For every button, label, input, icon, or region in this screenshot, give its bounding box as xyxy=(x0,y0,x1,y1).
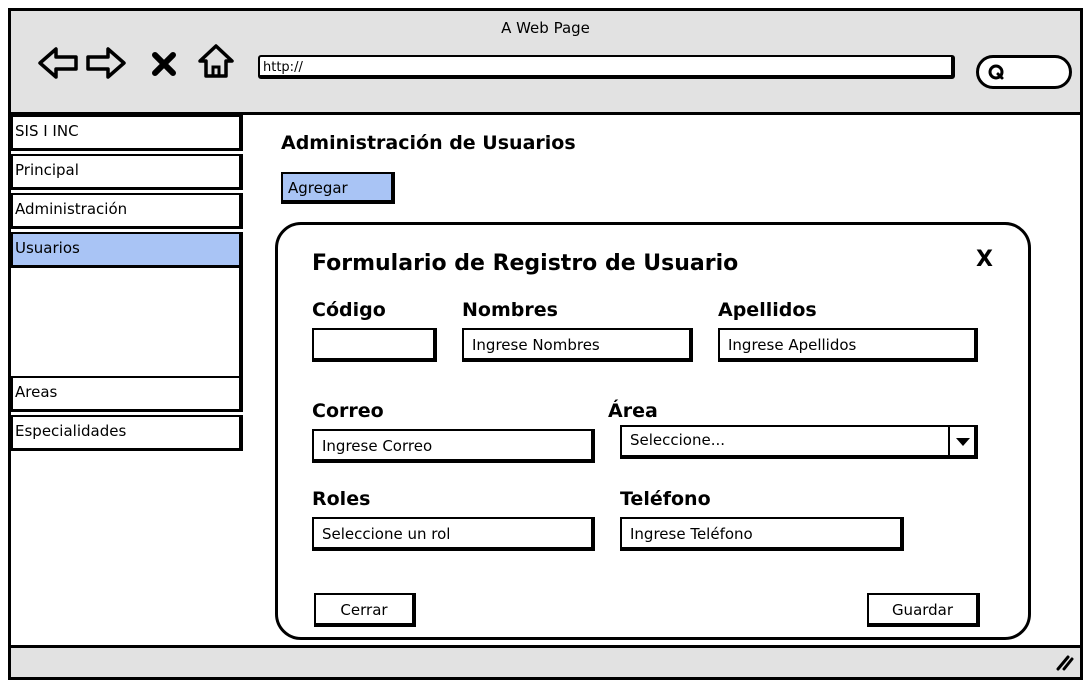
sidebar-empty-space xyxy=(11,268,243,376)
modal-title: Formulario de Registro de Usuario xyxy=(312,251,739,276)
codigo-field[interactable] xyxy=(312,328,437,362)
sidebar-item-label: Principal xyxy=(15,161,79,179)
area-select[interactable]: Seleccione... xyxy=(620,425,978,459)
home-icon[interactable] xyxy=(196,41,236,81)
browser-toolbar: A Web Page http:// xyxy=(11,11,1080,115)
correo-field[interactable]: Ingrese Correo xyxy=(312,429,595,463)
sidebar-item-label: SIS I INC xyxy=(15,122,79,140)
browser-search-box[interactable] xyxy=(976,55,1072,89)
sidebar-item-especialidades[interactable]: Especialidades xyxy=(11,415,243,451)
sidebar-item-principal[interactable]: Principal xyxy=(11,154,243,190)
roles-label: Roles xyxy=(312,488,371,510)
sidebar-item-administracion[interactable]: Administración xyxy=(11,193,243,229)
apellidos-label: Apellidos xyxy=(718,299,817,321)
window-title: A Web Page xyxy=(501,19,590,37)
add-user-button[interactable]: Agregar xyxy=(281,172,395,204)
nombres-field[interactable]: Ingrese Nombres xyxy=(462,328,693,362)
sidebar-item-usuarios[interactable]: Usuarios xyxy=(11,232,243,268)
area-select-value: Seleccione... xyxy=(630,431,726,449)
telefono-label: Teléfono xyxy=(620,488,711,510)
codigo-label: Código xyxy=(312,299,386,321)
status-bar xyxy=(11,645,1080,677)
search-icon xyxy=(987,63,1007,87)
sidebar-item-label: Usuarios xyxy=(15,239,80,257)
close-x-icon[interactable] xyxy=(151,51,177,77)
user-registration-modal: Formulario de Registro de Usuario X Códi… xyxy=(275,222,1031,640)
arrow-right-icon[interactable] xyxy=(85,45,127,81)
sidebar-item-areas[interactable]: Areas xyxy=(11,376,243,412)
correo-label: Correo xyxy=(312,400,384,422)
browser-window: A Web Page http:// SIS I INC Principal A… xyxy=(8,8,1083,680)
url-input[interactable]: http:// xyxy=(258,55,955,79)
resize-grip-icon[interactable] xyxy=(1052,649,1074,675)
cerrar-button[interactable]: Cerrar xyxy=(314,593,416,627)
arrow-left-icon[interactable] xyxy=(37,45,79,81)
guardar-button[interactable]: Guardar xyxy=(867,593,980,627)
sidebar-item-label: Especialidades xyxy=(15,422,127,440)
sidebar-item-sis-i-inc[interactable]: SIS I INC xyxy=(11,115,243,151)
modal-close-icon[interactable]: X xyxy=(976,247,993,272)
apellidos-field[interactable]: Ingrese Apellidos xyxy=(718,328,978,362)
area-label: Área xyxy=(608,400,658,422)
page-title: Administración de Usuarios xyxy=(281,132,576,154)
sidebar-item-label: Administración xyxy=(15,200,128,218)
roles-field[interactable]: Seleccione un rol xyxy=(312,517,595,551)
nombres-label: Nombres xyxy=(462,299,558,321)
chevron-down-icon[interactable] xyxy=(948,425,976,459)
sidebar-item-label: Areas xyxy=(15,383,58,401)
telefono-field[interactable]: Ingrese Teléfono xyxy=(620,517,904,551)
